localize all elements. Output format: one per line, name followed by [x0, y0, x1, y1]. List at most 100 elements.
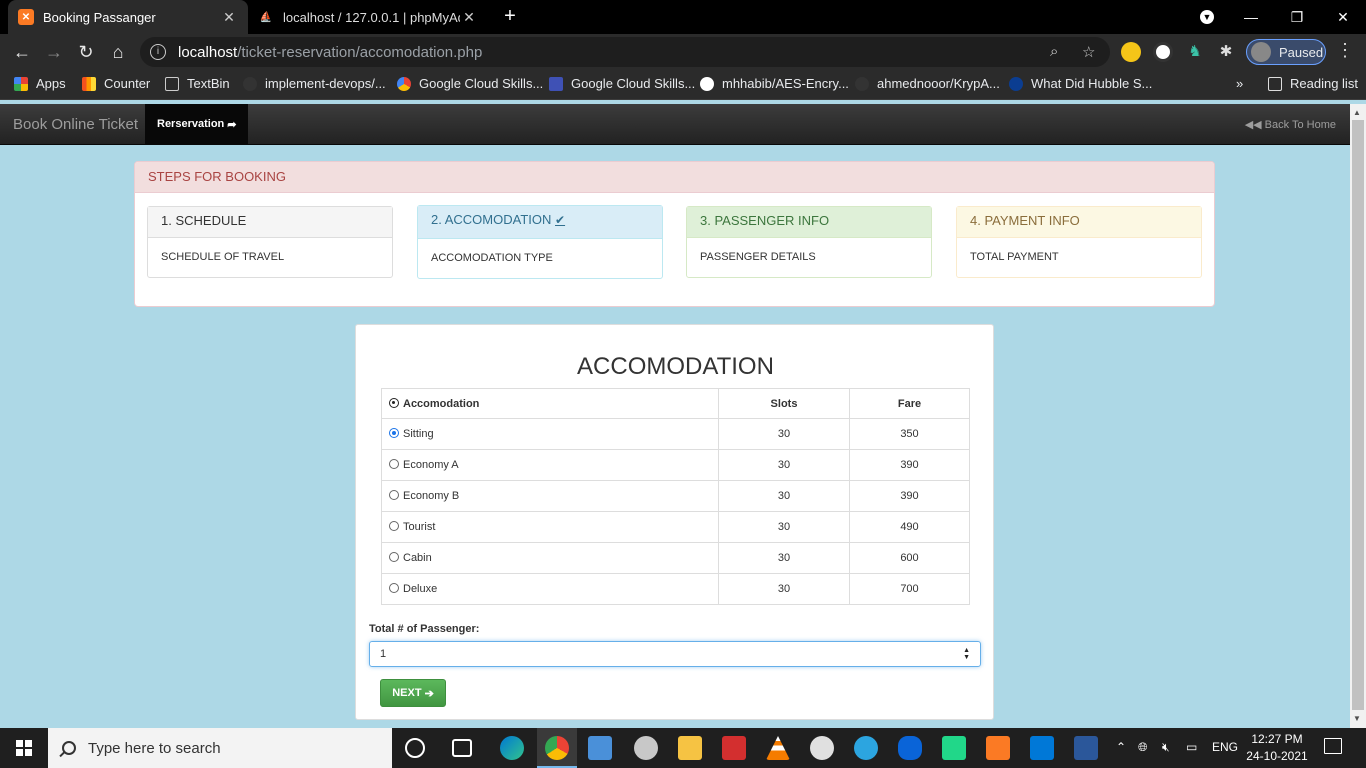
skull-app-icon[interactable]: [634, 736, 658, 760]
start-button[interactable]: [0, 728, 48, 768]
forward-arrow-icon[interactable]: →: [40, 38, 68, 66]
slots-cell: 30: [718, 573, 850, 605]
back-arrow-icon[interactable]: ←: [8, 38, 36, 66]
profile-paused-button[interactable]: Paused: [1246, 39, 1326, 65]
clock-date: 24-10-2021: [1246, 749, 1308, 763]
close-tab-icon[interactable]: ✕: [220, 9, 238, 26]
cortana-icon[interactable]: [405, 738, 425, 758]
paint-icon[interactable]: [810, 736, 834, 760]
volume-muted-icon[interactable]: 🔇︎: [1162, 740, 1170, 755]
file-explorer-icon[interactable]: [678, 736, 702, 760]
taskbar-search[interactable]: Type here to search: [48, 728, 392, 768]
accomodation-option-deluxe[interactable]: Deluxe: [381, 573, 719, 605]
bookmark-implement-devops[interactable]: implement-devops/...: [243, 76, 386, 91]
passenger-count-input[interactable]: 1 ▲ ▼: [369, 641, 981, 667]
close-tab-icon[interactable]: ✕: [460, 9, 478, 26]
radio-button[interactable]: [389, 583, 399, 593]
scrollbar-thumb[interactable]: [1352, 120, 1364, 710]
radio-button[interactable]: [389, 521, 399, 531]
bookmark-google-cloud-2[interactable]: Google Cloud Skills...: [549, 76, 695, 91]
bookmark-apps[interactable]: Apps: [14, 76, 66, 91]
bookmark-textbin[interactable]: TextBin: [165, 76, 230, 91]
table-header-row: Accomodation Slots Fare: [381, 388, 970, 419]
tray-chevron-up-icon[interactable]: ⌃: [1116, 740, 1126, 754]
page-scrollbar[interactable]: ▲ ▼: [1350, 104, 1366, 728]
menu-kebab-icon[interactable]: ⋮: [1336, 40, 1354, 61]
slots-cell: 30: [718, 449, 850, 481]
scroll-up-icon[interactable]: ▲: [1353, 108, 1361, 117]
back-to-home-link[interactable]: ◀◀ Back To Home: [1245, 118, 1336, 131]
zoom-icon[interactable]: ⌕: [1050, 43, 1058, 60]
accomodation-option-cabin[interactable]: Cabin: [381, 542, 719, 574]
home-icon[interactable]: ⌂: [104, 38, 132, 66]
vlc-icon[interactable]: [766, 736, 790, 760]
tab-phpmyadmin[interactable]: ⛵ localhost / 127.0.0.1 | phpMyAdm ✕: [248, 0, 488, 34]
next-button[interactable]: NEXT ➔: [380, 679, 446, 707]
site-info-icon[interactable]: i: [150, 44, 166, 60]
accomodation-option-economy-b[interactable]: Economy B: [381, 480, 719, 512]
accomodation-option-tourist[interactable]: Tourist: [381, 511, 719, 543]
language-indicator[interactable]: ENG: [1212, 740, 1238, 754]
bookmark-hubble[interactable]: What Did Hubble S...: [1009, 76, 1152, 91]
bookmark-google-cloud-1[interactable]: Google Cloud Skills...: [397, 76, 543, 91]
tab-search-icon[interactable]: ▼: [1184, 0, 1230, 34]
taskbar-clock[interactable]: 12:27 PM 24-10-2021: [1244, 731, 1310, 765]
emoji-extension-icon[interactable]: [1121, 42, 1141, 62]
tab-booking-passanger[interactable]: ✕ Booking Passanger ✕: [8, 0, 248, 34]
fare-cell: 490: [849, 511, 970, 543]
step-title: 4. PAYMENT INFO: [957, 207, 1201, 238]
accomodation-option-sitting[interactable]: Sitting: [381, 418, 719, 450]
radio-button[interactable]: [389, 490, 399, 500]
qwiklabs-icon: [549, 76, 563, 91]
tab-strip: ✕ Booking Passanger ✕ ⛵ localhost / 127.…: [0, 0, 1366, 34]
bluetooth-icon[interactable]: [898, 736, 922, 760]
reading-list-button[interactable]: Reading list: [1268, 76, 1358, 91]
radio-button[interactable]: [389, 552, 399, 562]
notifications-icon[interactable]: [1324, 738, 1342, 754]
nav-reservation[interactable]: Rerservation ➦: [145, 104, 249, 144]
bookmark-ahmednooor-krypa[interactable]: ahmednooor/KrypA...: [855, 76, 1000, 91]
word-icon[interactable]: [1074, 736, 1098, 760]
close-window-icon[interactable]: ✕: [1320, 0, 1366, 34]
battery-icon[interactable]: ▭: [1186, 740, 1197, 754]
table-row: Economy B 30 390: [381, 480, 970, 512]
step-passenger-info: 3. PASSENGER INFO PASSENGER DETAILS: [686, 206, 932, 278]
bar-chart-icon: [82, 76, 96, 91]
address-bar[interactable]: i localhost/ticket-reservation/accomodat…: [140, 37, 1110, 67]
lock-extension-icon[interactable]: [1153, 42, 1173, 62]
table-row: Cabin 30 600: [381, 542, 970, 574]
bookmark-star-icon[interactable]: ☆: [1082, 43, 1095, 61]
bookmarks-overflow-chevron[interactable]: »: [1236, 76, 1243, 91]
radio-button[interactable]: [389, 459, 399, 469]
profile-label: Paused: [1279, 44, 1324, 60]
reload-icon[interactable]: ↻: [72, 38, 100, 66]
bookmark-counter[interactable]: Counter: [82, 76, 150, 91]
bookmark-mhhabib-aes[interactable]: mhhabib/AES-Encry...: [700, 76, 849, 91]
edge-icon[interactable]: [500, 736, 524, 760]
chrome-icon[interactable]: [545, 736, 569, 760]
bookmarks-bar: Apps Counter TextBin implement-devops/..…: [0, 70, 1366, 100]
new-tab-icon[interactable]: +: [498, 4, 522, 28]
github-icon: [855, 76, 869, 91]
video-player-icon[interactable]: [588, 736, 612, 760]
accomodation-option-economy-a[interactable]: Economy A: [381, 449, 719, 481]
brand-link[interactable]: Book Online Ticket: [13, 116, 138, 133]
pycharm-icon[interactable]: [942, 736, 966, 760]
telegram-icon[interactable]: [854, 736, 878, 760]
xampp-icon[interactable]: [986, 736, 1010, 760]
spinner-arrows-icon[interactable]: ▲ ▼: [963, 647, 970, 661]
scroll-down-icon[interactable]: ▼: [1353, 714, 1361, 723]
minimize-icon[interactable]: —: [1228, 0, 1274, 34]
pdf-reader-icon[interactable]: [722, 736, 746, 760]
radio-button-selected[interactable]: [389, 428, 399, 438]
task-view-icon[interactable]: [452, 739, 472, 757]
restore-icon[interactable]: ❐: [1274, 0, 1320, 34]
vscode-icon[interactable]: [1030, 736, 1054, 760]
ghost-extension-icon[interactable]: ♞: [1185, 42, 1205, 62]
fare-cell: 600: [849, 542, 970, 574]
extensions-puzzle-icon[interactable]: ✱: [1216, 42, 1236, 62]
github-icon: [700, 76, 714, 91]
form-title: ACCOMODATION: [577, 353, 774, 380]
fare-cell: 390: [849, 480, 970, 512]
network-globe-icon[interactable]: 🌐︎: [1138, 740, 1148, 755]
